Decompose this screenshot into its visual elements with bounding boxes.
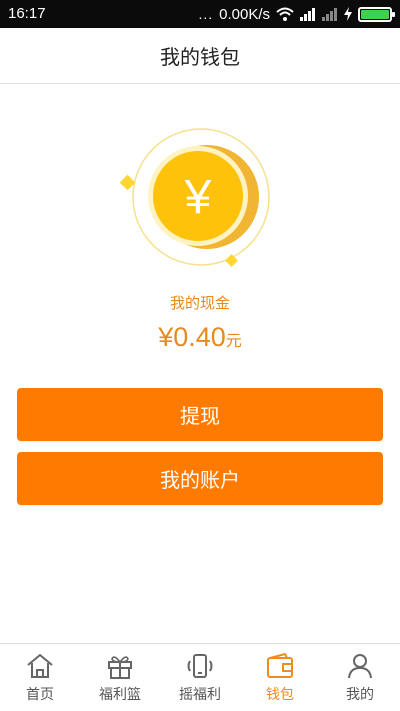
page-title: 我的钱包	[160, 45, 240, 69]
withdraw-button[interactable]: 提现	[17, 388, 383, 441]
coin-icon: ¥	[119, 125, 270, 267]
signal-icon	[322, 7, 338, 21]
title-bar: 我的钱包	[0, 28, 400, 84]
shake-phone-icon	[185, 652, 215, 680]
wifi-icon	[276, 7, 294, 21]
cash-label: 我的现金	[169, 294, 230, 312]
status-indicators: ... 0.00K/s	[198, 0, 395, 28]
nav-label-gift-basket: 福利篮	[99, 687, 141, 703]
coin-illustration: ¥	[118, 125, 288, 275]
nav-label-me: 我的	[346, 687, 374, 703]
battery-icon	[358, 6, 395, 22]
nav-item-shake[interactable]: 摇福利	[160, 644, 240, 711]
bottom-nav: 首页 福利篮 摇福利 钱包 我的	[0, 643, 400, 711]
cash-unit: 元	[225, 331, 242, 350]
gift-icon	[105, 652, 135, 680]
nav-label-wallet: 钱包	[266, 687, 294, 703]
my-account-button[interactable]: 我的账户	[17, 452, 383, 505]
user-icon	[345, 652, 375, 680]
cash-value: ¥0.40	[158, 322, 226, 352]
notification-dots: ...	[198, 6, 214, 22]
cash-amount: ¥0.40元	[0, 322, 400, 353]
nav-label-shake: 摇福利	[179, 687, 221, 703]
signal-icon	[300, 7, 316, 21]
wallet-icon	[265, 652, 295, 680]
nav-item-wallet[interactable]: 钱包	[240, 644, 320, 711]
nav-item-gift-basket[interactable]: 福利篮	[80, 644, 160, 711]
network-speed: 0.00K/s	[219, 5, 270, 23]
nav-item-home[interactable]: 首页	[0, 644, 80, 711]
home-icon	[25, 652, 55, 680]
coin-symbol: ¥	[184, 171, 212, 224]
charging-icon	[344, 7, 352, 21]
status-time: 16:17	[8, 5, 46, 22]
battery-level	[361, 9, 389, 19]
status-bar: 16:17 ... 0.00K/s	[0, 0, 400, 28]
nav-item-me[interactable]: 我的	[320, 644, 400, 711]
nav-label-home: 首页	[26, 687, 54, 703]
